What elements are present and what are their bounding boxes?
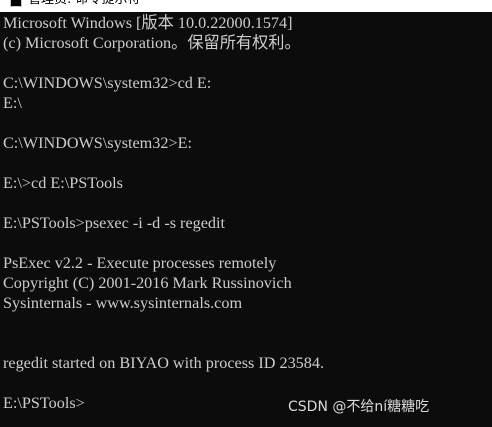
console-line-version: Microsoft Windows [版本 10.0.22000.1574] [3,14,293,32]
console-line-command-cd-pstools: E:\>cd E:\PSTools [3,174,123,192]
console-line-psexec-copyright: Copyright (C) 2001-2016 Mark Russinovich [3,274,292,292]
console-line-output-e: E:\ [3,94,22,112]
command-prompt-icon [10,0,22,7]
window-title: 管理员: 命令提示符 [28,0,141,9]
csdn-watermark: CSDN @不给ní糖糖吃 [288,399,430,415]
console-line-command-cd-e: C:\WINDOWS\system32>cd E: [3,74,212,92]
title-bar[interactable]: 管理员: 命令提示符 [0,0,492,12]
console-line-regedit-started: regedit started on BIYAO with process ID… [3,354,324,372]
console-line-command-e: C:\WINDOWS\system32>E: [3,134,192,152]
console-line-sysinternals: Sysinternals - www.sysinternals.com [3,294,243,312]
console-line-psexec-banner: PsExec v2.2 - Execute processes remotely [3,254,277,272]
command-prompt-window: 管理员: 命令提示符 Microsoft Windows [版本 10.0.22… [0,0,492,427]
console-line-copyright: (c) Microsoft Corporation。保留所有权利。 [3,34,301,52]
console-output[interactable]: Microsoft Windows [版本 10.0.22000.1574] (… [3,13,492,413]
console-line-command-psexec: E:\PSTools>psexec -i -d -s regedit [3,214,225,232]
